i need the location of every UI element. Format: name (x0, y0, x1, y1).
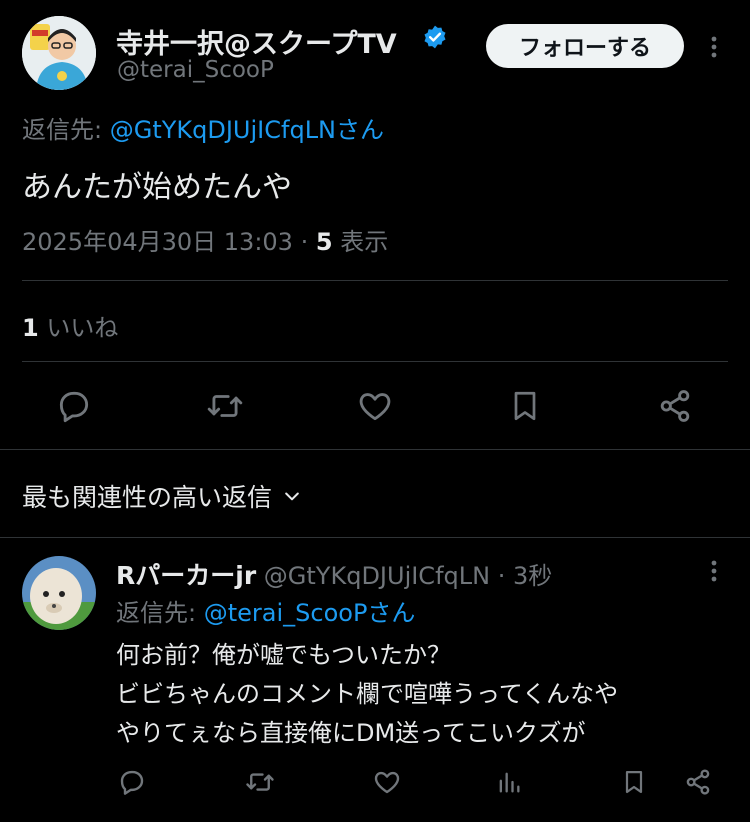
replies-sort-label: 最も関連性の高い返信 (22, 483, 273, 512)
analytics-icon[interactable] (495, 767, 523, 797)
reply-text-line: 何お前？俺が嘘でもついたか？ (116, 641, 452, 669)
reply-header: Rパーカーjr @GtYKqDJUjICfqLN · 3秒 (116, 556, 552, 592)
tweet-timestamp[interactable]: 2025年04月30日 13:03 (22, 228, 293, 256)
reply-to-line: 返信先: @GtYKqDJUjICfqLNさん (22, 110, 384, 145)
more-icon[interactable] (704, 558, 724, 584)
divider (0, 537, 750, 538)
reply-time[interactable]: · 3秒 (498, 562, 553, 590)
retweet-icon[interactable] (205, 387, 245, 425)
reply-icon[interactable] (117, 767, 147, 797)
like-label: いいね (46, 314, 119, 342)
divider (22, 361, 728, 362)
bookmark-icon[interactable] (507, 387, 543, 425)
reply-to-handle-link[interactable]: @terai_ScooPさん (204, 599, 416, 627)
like-icon[interactable] (356, 387, 394, 425)
view-label: 表示 (340, 228, 389, 256)
reply-icon[interactable] (55, 387, 93, 425)
author-name[interactable]: 寺井一択@スクープTV (116, 22, 397, 61)
reply-author-handle[interactable]: @GtYKqDJUjICfqLN (264, 562, 490, 590)
chevron-down-icon (282, 486, 302, 506)
like-icon[interactable] (372, 767, 402, 797)
reply-author-avatar[interactable] (22, 556, 96, 630)
more-icon[interactable] (704, 34, 724, 60)
replies-sort-selector[interactable]: 最も関連性の高い返信 (22, 478, 302, 514)
reply-text-line: やりてぇなら直接俺にDM送ってこいクズが (116, 719, 586, 747)
reply-author-name[interactable]: Rパーカーjr (116, 561, 256, 590)
reply-to-handle-link[interactable]: @GtYKqDJUjICfqLNさん (110, 116, 384, 144)
author-handle[interactable]: @terai_ScooP (117, 57, 274, 83)
share-icon[interactable] (656, 387, 694, 425)
divider (0, 449, 750, 450)
like-count: 1 (22, 314, 39, 342)
verified-badge-icon (422, 24, 448, 50)
meta-separator: · (300, 228, 309, 256)
reply-to-prefix: 返信先: (22, 116, 103, 144)
author-avatar[interactable] (22, 16, 96, 90)
retweet-icon[interactable] (244, 767, 276, 797)
tweet-text: あんたが始めたんや (22, 170, 292, 205)
reply-to-line: 返信先: @terai_ScooPさん (116, 593, 415, 628)
follow-button[interactable]: フォローする (486, 24, 684, 68)
reply-to-prefix: 返信先: (116, 599, 197, 627)
view-count: 5 (315, 228, 333, 256)
reply-text: 何お前？俺が嘘でもついたか？ ビビちゃんのコメント欄で喧嘩うってくんなや やりて… (116, 636, 618, 753)
divider (22, 280, 728, 281)
reply-text-line: ビビちゃんのコメント欄で喧嘩うってくんなや (116, 680, 619, 708)
bookmark-icon[interactable] (620, 767, 648, 797)
share-icon[interactable] (683, 767, 713, 797)
like-stats[interactable]: 1 いいね (22, 308, 118, 343)
tweet-meta: 2025年04月30日 13:03 · 5 表示 (22, 222, 388, 257)
